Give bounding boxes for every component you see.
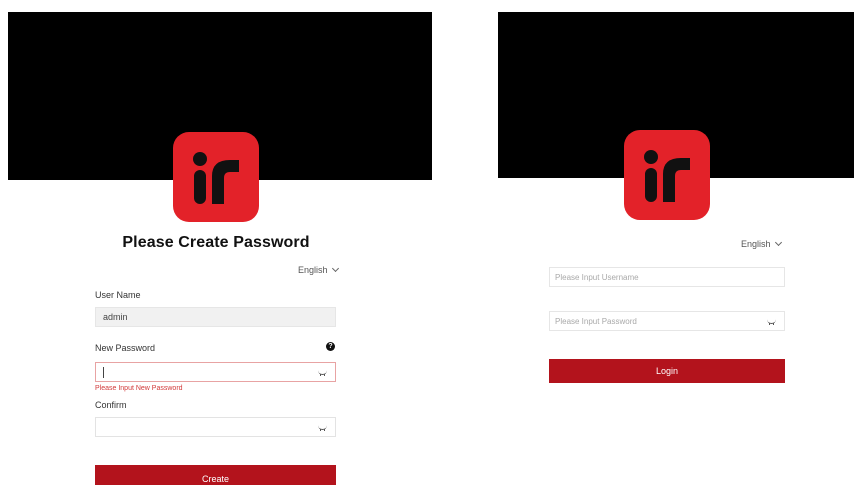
text-cursor — [103, 366, 104, 378]
chevron-down-icon — [774, 238, 782, 247]
create-button[interactable]: Create — [95, 465, 336, 485]
show-password-icon[interactable] — [767, 318, 776, 325]
new-password-field[interactable] — [95, 362, 336, 382]
username-field[interactable]: admin — [95, 307, 336, 327]
username-label: User Name — [95, 290, 141, 300]
new-password-label: New Password — [95, 343, 156, 353]
language-label: English — [741, 239, 771, 249]
language-select[interactable]: English — [741, 238, 782, 249]
username-input[interactable] — [549, 267, 785, 287]
password-input-box[interactable] — [555, 316, 755, 326]
language-select[interactable]: English — [298, 264, 339, 275]
confirm-label: Confirm — [95, 400, 127, 410]
chevron-down-icon — [331, 264, 339, 273]
password-input[interactable] — [549, 311, 785, 331]
brand-logo — [173, 132, 259, 222]
show-password-icon[interactable] — [318, 369, 327, 376]
create-password-panel: Please Create Password English User Name… — [0, 0, 440, 485]
page-title: Please Create Password — [122, 234, 310, 251]
login-button[interactable]: Login — [549, 359, 785, 383]
login-panel: English Login — [490, 0, 854, 485]
logo-glyph — [193, 152, 239, 204]
confirm-password-field[interactable] — [95, 417, 336, 437]
help-icon[interactable]: ? — [326, 342, 335, 351]
show-password-icon[interactable] — [318, 424, 327, 431]
screenshot-stage: Please Create Password English User Name… — [0, 0, 854, 485]
language-label: English — [298, 265, 328, 275]
brand-logo — [624, 130, 710, 220]
username-input-box[interactable] — [555, 272, 755, 282]
username-value: admin — [103, 312, 128, 322]
logo-glyph — [644, 150, 690, 202]
new-password-error: Please Input New Password — [95, 385, 183, 392]
